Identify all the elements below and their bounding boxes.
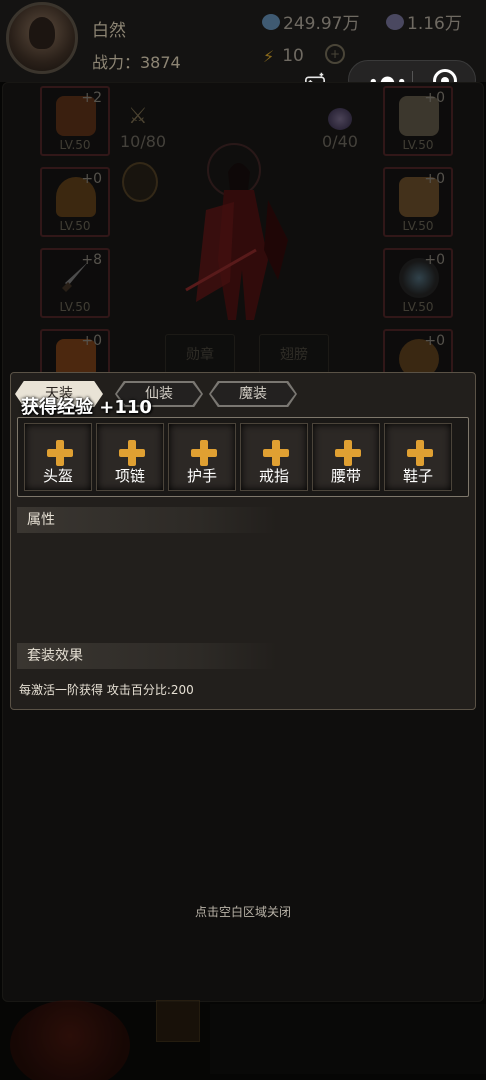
slot-label: 头盔 <box>42 467 73 485</box>
tab-demon-set[interactable]: 魔装 <box>209 381 297 407</box>
add-icon <box>47 440 73 466</box>
add-energy-icon[interactable]: + <box>325 44 345 64</box>
add-icon <box>191 440 217 466</box>
exp-gain-toast: 获得经验 +110 <box>21 397 152 418</box>
equipment-set-panel: 天装 仙装 魔装 获得经验 +110 头盔 项链 护手 戒指 腰带 鞋子 属性 … <box>10 372 476 710</box>
gold-currency: 249.97万 <box>262 9 359 34</box>
slot-label: 项链 <box>114 467 145 485</box>
gem-amount: 1.16万 <box>407 14 462 34</box>
player-name: 白然 <box>92 21 126 41</box>
tab-demon-set-label: 魔装 <box>239 386 267 402</box>
add-icon <box>263 440 289 466</box>
set-slot-belt[interactable]: 腰带 <box>312 423 380 491</box>
gold-amount: 249.97万 <box>283 14 360 34</box>
add-icon <box>119 440 145 466</box>
energy-amount: 10 <box>282 46 304 66</box>
set-slot-necklace[interactable]: 项链 <box>96 423 164 491</box>
set-slots-frame: 头盔 项链 护手 戒指 腰带 鞋子 <box>17 417 469 497</box>
set-slot-ring[interactable]: 戒指 <box>240 423 308 491</box>
set-effect-text: 每激活一阶获得 攻击百分比:200 <box>19 683 194 697</box>
close-hint: 点击空白区域关闭 <box>194 905 291 919</box>
add-icon <box>407 440 433 466</box>
add-icon <box>335 440 361 466</box>
player-avatar[interactable] <box>6 2 78 74</box>
set-effect-header: 套装效果 <box>17 643 277 669</box>
gem-currency-icon <box>386 13 404 30</box>
set-slot-helmet[interactable]: 头盔 <box>24 423 92 491</box>
set-slot-gauntlet[interactable]: 护手 <box>168 423 236 491</box>
energy: ⚡ 10 <box>263 46 304 66</box>
slot-label: 戒指 <box>258 467 289 485</box>
lightning-icon: ⚡ <box>263 46 275 66</box>
combat-power: 战力：3874 <box>92 53 181 72</box>
slot-label: 护手 <box>186 467 217 485</box>
slot-label: 鞋子 <box>402 467 433 485</box>
slot-label: 腰带 <box>330 467 361 485</box>
attributes-header: 属性 <box>17 507 277 533</box>
gem-currency: 1.16万 <box>386 9 462 34</box>
coin-icon <box>262 13 280 30</box>
set-slot-boots[interactable]: 鞋子 <box>384 423 452 491</box>
